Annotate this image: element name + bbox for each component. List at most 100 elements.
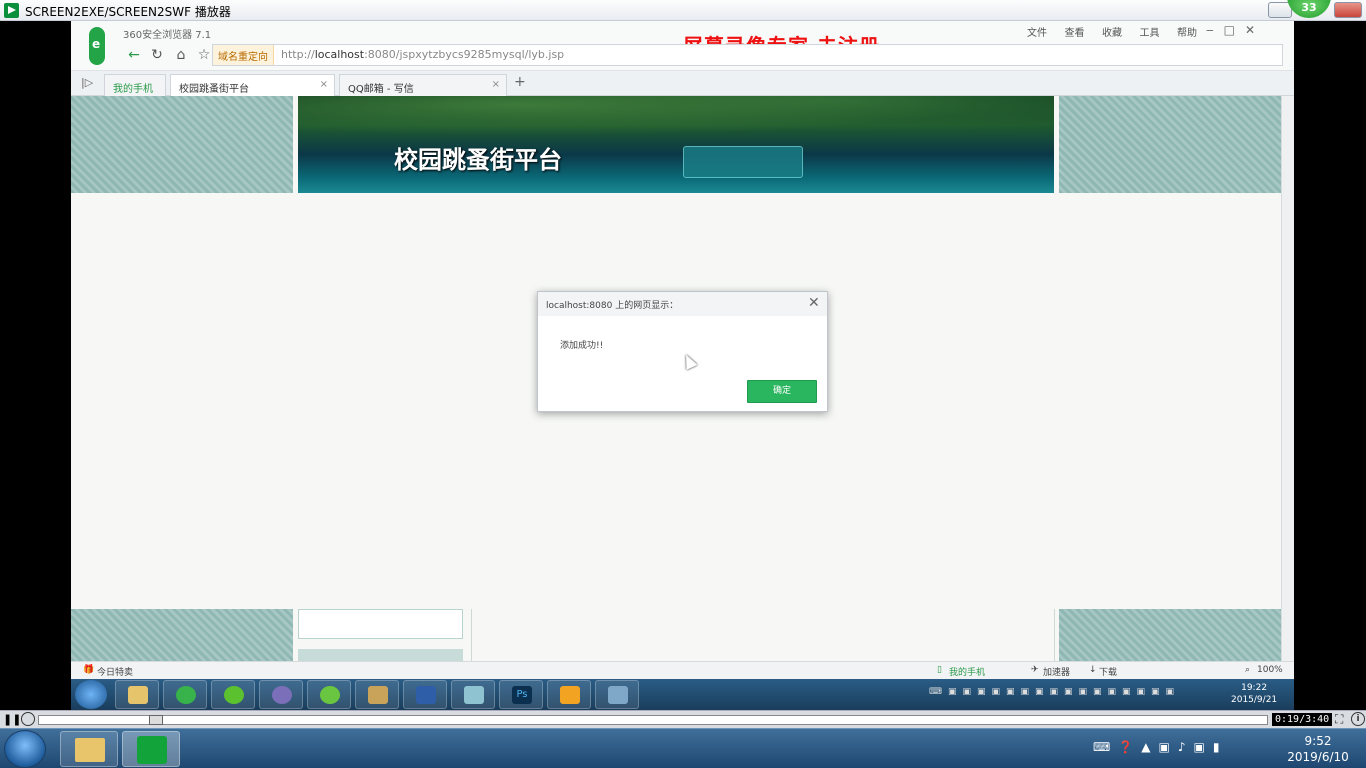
new-tab-icon[interactable]: +: [514, 74, 526, 90]
dialog-header: localhost:8080 上的网页显示： ✕: [538, 292, 827, 316]
header-left-texture: [71, 96, 293, 193]
tab-campus-market[interactable]: 校园跳蚤街平台 ×: [170, 74, 335, 96]
app-icon: [272, 686, 292, 704]
gift-icon: 🎁: [83, 665, 95, 675]
seek-thumb[interactable]: [149, 715, 163, 725]
taskbar-player-outer[interactable]: [122, 731, 180, 767]
zoom-level[interactable]: 100%: [1257, 665, 1283, 675]
taskbar-photoshop[interactable]: Ps: [499, 680, 543, 709]
app-icon: [608, 686, 628, 704]
tab-my-phone[interactable]: 我的手机: [104, 74, 166, 96]
info-icon[interactable]: i: [1351, 712, 1365, 726]
tab-close-icon[interactable]: ×: [320, 79, 328, 90]
trees: [298, 96, 1054, 141]
taskbar-word[interactable]: [403, 680, 447, 709]
redirect-tag: 域名重定向: [213, 45, 274, 65]
zoom-icon: ⌕: [1245, 665, 1251, 675]
boat-image: [683, 146, 803, 178]
accelerator-icon: ✈: [1031, 665, 1039, 675]
menu-tools[interactable]: 工具: [1140, 28, 1160, 39]
menu-favorites[interactable]: 收藏: [1102, 28, 1122, 39]
header-banner: 校园跳蚤街平台: [298, 96, 1054, 193]
divider: [471, 609, 472, 661]
browser-status-bar: 🎁 今日特卖 ▯ 我的手机 ✈ 加速器 ↓ 下载 ⌕ 100%: [71, 661, 1294, 679]
menu-file[interactable]: 文件: [1027, 28, 1047, 39]
recorded-start-button[interactable]: [75, 680, 107, 709]
address-bar[interactable]: 域名重定向 http://localhost:8080/jspxytzbycs9…: [212, 44, 1283, 66]
recorded-clock[interactable]: 19:22 2015/9/21: [1231, 682, 1277, 706]
pause-icon[interactable]: ❚❚: [3, 713, 21, 726]
side-panel-header: [298, 649, 463, 661]
taskbar-app-eclipse[interactable]: [259, 680, 303, 709]
player-title: SCREEN2EXE/SCREEN2SWF 播放器: [25, 5, 231, 19]
back-arrow-icon[interactable]: ←: [125, 46, 143, 64]
taskbar-explorer[interactable]: [115, 680, 159, 709]
player-title-bar: SCREEN2EXE/SCREEN2SWF 播放器 33: [0, 0, 1366, 21]
taskbar-app-blue[interactable]: [595, 680, 639, 709]
tools-icon: [368, 686, 388, 704]
star-icon[interactable]: ☆: [195, 46, 213, 64]
url-text[interactable]: http://localhost:8080/jspxytzbycs9285mys…: [281, 48, 564, 61]
word-icon: [416, 686, 436, 704]
recorded-taskbar: Ps ⌨▣▣▣▣▣▣▣▣▣▣▣▣▣▣▣▣ 19:22 2015/9/21: [71, 679, 1294, 710]
tab-close-icon[interactable]: ×: [492, 79, 500, 90]
fullscreen-icon[interactable]: ⛶: [1335, 712, 1343, 727]
home-icon[interactable]: ⌂: [172, 46, 190, 64]
count-badge: 33: [1287, 0, 1331, 18]
today-deals[interactable]: 今日特卖: [97, 665, 133, 678]
footer-right-texture: [1059, 609, 1281, 661]
taskbar-app-green[interactable]: [307, 680, 351, 709]
browser-icon: [176, 686, 196, 704]
taskbar-app-orange[interactable]: [547, 680, 591, 709]
start-button[interactable]: [4, 730, 46, 768]
taskbar-app-tools[interactable]: [355, 680, 399, 709]
tab-qq-mail[interactable]: QQ邮箱 - 写信 ×: [339, 74, 507, 96]
status-phone[interactable]: 我的手机: [949, 665, 985, 678]
player-control-bar: ❚❚ 0:19/3:40 ⛶ i: [0, 710, 1366, 728]
menu-view[interactable]: 查看: [1065, 28, 1085, 39]
windows-taskbar: ⌨❓▲▣♪▣▮ 9:52 2019/6/10: [0, 728, 1366, 768]
ok-button[interactable]: 确定: [747, 380, 817, 403]
browser-name: 360安全浏览器 7.1: [123, 30, 212, 41]
dialog-title: localhost:8080 上的网页显示：: [546, 301, 679, 311]
divider: [1054, 609, 1055, 661]
app-icon: [224, 686, 244, 704]
taskbar-explorer-outer[interactable]: [60, 731, 118, 767]
alert-dialog: localhost:8080 上的网页显示： ✕ 添加成功!! 确定: [537, 291, 828, 412]
sidebar-toggle-icon[interactable]: |▷: [81, 76, 93, 89]
window-controls[interactable]: ‒□✕: [1206, 23, 1265, 37]
tab-label: 我的手机: [113, 84, 153, 95]
taskbar-360-browser[interactable]: [163, 680, 207, 709]
clock-date: 2019/6/10: [1287, 750, 1349, 764]
header-right-texture: [1059, 96, 1281, 193]
tab-strip: |▷ 我的手机 校园跳蚤街平台 × QQ邮箱 - 写信 × +: [71, 71, 1294, 96]
settings-icon[interactable]: [21, 712, 35, 726]
system-tray-icons[interactable]: ⌨❓▲▣♪▣▮: [1093, 740, 1227, 754]
taskbar-app-doc[interactable]: [451, 680, 495, 709]
status-accelerator[interactable]: 加速器: [1043, 665, 1070, 678]
taskbar-app-e[interactable]: [211, 680, 255, 709]
site-title: 校园跳蚤街平台: [394, 145, 562, 174]
menu-help[interactable]: 帮助: [1177, 28, 1197, 39]
recorded-date: 2015/9/21: [1231, 695, 1278, 705]
browser-toolbar: 360安全浏览器 7.1 屏幕录像专家 未注册 文件 查看 收藏 工具 帮助 ‒…: [71, 21, 1294, 71]
dialog-close-icon[interactable]: ✕: [808, 295, 820, 311]
close-button[interactable]: [1334, 2, 1362, 18]
browser-menu: 文件 查看 收藏 工具 帮助: [1027, 24, 1211, 39]
status-download[interactable]: 下载: [1099, 665, 1117, 678]
page-scrollbar[interactable]: [1281, 96, 1294, 661]
folder-icon: [128, 686, 148, 704]
refresh-icon[interactable]: ↻: [148, 46, 166, 64]
recorded-screen: 360安全浏览器 7.1 屏幕录像专家 未注册 文件 查看 收藏 工具 帮助 ‒…: [71, 21, 1294, 710]
recorded-time: 19:22: [1241, 683, 1268, 693]
seek-bar[interactable]: [38, 715, 1268, 725]
phone-icon: ▯: [937, 665, 942, 675]
photoshop-icon: Ps: [512, 686, 532, 704]
dialog-message: 添加成功!!: [560, 341, 604, 351]
app-icon: [464, 686, 484, 704]
app-icon: [560, 686, 580, 704]
footer-left-texture: [71, 609, 293, 661]
system-clock[interactable]: 9:52 2019/6/10: [1278, 733, 1358, 765]
player-app-icon: [4, 3, 19, 18]
recorded-tray-icons[interactable]: ⌨▣▣▣▣▣▣▣▣▣▣▣▣▣▣▣▣: [929, 687, 1219, 701]
